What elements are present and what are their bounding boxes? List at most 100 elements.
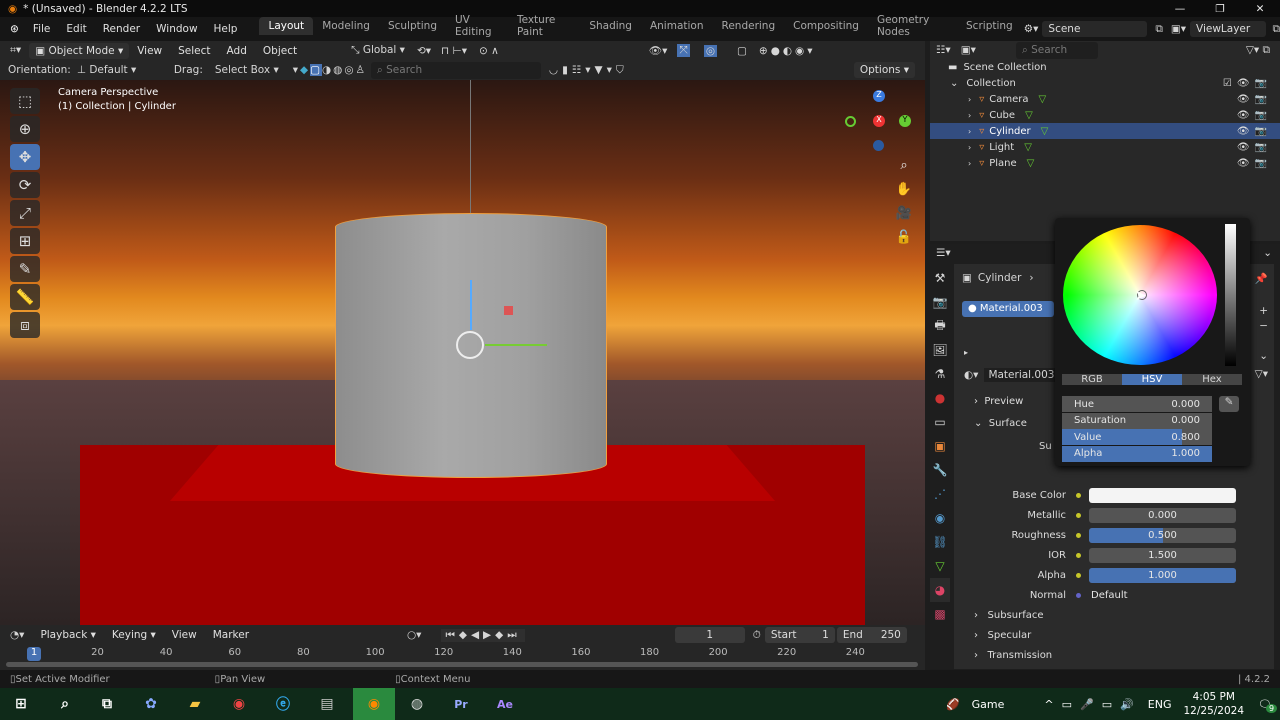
search-button[interactable]: ⌕: [47, 688, 83, 720]
mode-selector[interactable]: ▣ Object Mode ▾: [29, 42, 130, 59]
tab-shading[interactable]: Shading: [580, 17, 641, 35]
tab-rendering[interactable]: Rendering: [713, 17, 785, 35]
expand-icon[interactable]: ›: [968, 127, 971, 136]
playhead[interactable]: 1: [27, 647, 41, 661]
file-explorer-app[interactable]: ▰: [177, 688, 213, 720]
material-name[interactable]: Material.003: [984, 368, 1059, 382]
view-layer-selector[interactable]: ViewLayer: [1190, 21, 1267, 37]
chrome-app[interactable]: ◉: [221, 688, 257, 720]
3d-viewport[interactable]: Camera Perspective (1) Collection | Cyli…: [0, 80, 925, 625]
scale-tool-icon[interactable]: ⤢: [10, 200, 40, 226]
expand-icon[interactable]: ›: [968, 111, 971, 120]
add-cube-tool-icon[interactable]: ⧈: [10, 312, 40, 338]
socket-icon[interactable]: [1076, 592, 1081, 598]
outliner-editor-icon[interactable]: ☷▾: [936, 44, 951, 56]
value-slider[interactable]: [1225, 224, 1236, 366]
tab-compositing[interactable]: Compositing: [784, 17, 868, 35]
viewport-menu-add[interactable]: Add: [219, 45, 255, 57]
auto-keying-icon[interactable]: ○▾: [407, 629, 421, 641]
tab-sculpting[interactable]: Sculpting: [379, 17, 446, 35]
tab-layout[interactable]: Layout: [259, 17, 314, 35]
move-tool-icon[interactable]: ✥: [10, 144, 40, 170]
mode-tab-hex[interactable]: Hex: [1182, 374, 1242, 385]
orientation-dropdown[interactable]: ⊥ Default ▾: [77, 64, 162, 76]
overlay-toggle-icon[interactable]: ◎: [703, 44, 717, 57]
visibility-controls[interactable]: 👁📷: [1237, 110, 1272, 121]
material-tab-icon[interactable]: ◕: [930, 578, 950, 602]
constraints-tab-icon[interactable]: ⛓: [930, 530, 950, 554]
tab-texture-paint[interactable]: Texture Paint: [508, 11, 580, 41]
end-frame-field[interactable]: End 250: [836, 627, 907, 643]
tab-animation[interactable]: Animation: [641, 17, 713, 35]
texture-tab-icon[interactable]: ▩: [930, 602, 950, 626]
object-tab-icon[interactable]: ▣: [930, 434, 950, 458]
preview-panel[interactable]: › Preview: [974, 396, 1023, 407]
subpanel-subsurface[interactable]: › Subsurface: [974, 610, 1044, 621]
hsv-value-field[interactable]: Value 0.800: [1062, 429, 1212, 445]
timeline-menu-view[interactable]: View: [164, 629, 205, 641]
node-link-icon[interactable]: ▽▾: [1255, 368, 1268, 380]
properties-editor-icon[interactable]: ☰▾: [936, 247, 951, 259]
scene-icon[interactable]: ⚙▾: [1024, 23, 1039, 35]
new-view-layer-icon[interactable]: ⧉: [1272, 23, 1280, 36]
outliner-item-cylinder[interactable]: › ▿ Cylinder ▽ 👁📷: [930, 123, 1280, 139]
scene-collection-row[interactable]: ▬ Scene Collection: [930, 59, 1280, 75]
editor-type-icon[interactable]: ⌗▾: [10, 44, 21, 57]
timeline-editor-icon[interactable]: ◔▾: [10, 629, 24, 641]
timeline-scrollbar[interactable]: [6, 662, 918, 667]
filter-icons[interactable]: ◡▮☷▾▼▾⛉: [549, 64, 628, 77]
scene-tab-icon[interactable]: ⚗: [930, 362, 950, 386]
property-field[interactable]: 1.500: [1089, 547, 1236, 563]
current-frame-field[interactable]: 1: [674, 627, 745, 643]
properties-dropdown[interactable]: ⌄: [1263, 247, 1272, 259]
breadcrumb-object[interactable]: Cylinder: [978, 272, 1021, 284]
gizmo-z[interactable]: Z: [873, 90, 885, 102]
timeline-menu-playback[interactable]: Playback ▾: [32, 629, 103, 641]
close-button[interactable]: ✕: [1240, 3, 1280, 15]
menu-help[interactable]: Help: [206, 23, 246, 35]
subpanel-specular[interactable]: › Specular: [974, 630, 1031, 641]
pin-icon[interactable]: 📌: [1255, 272, 1268, 285]
tab-geometry-nodes[interactable]: Geometry Nodes: [868, 11, 957, 41]
menu-edit[interactable]: Edit: [58, 23, 94, 35]
premiere-app[interactable]: Pr: [443, 688, 479, 720]
pan-hand-icon[interactable]: ✋: [893, 178, 915, 202]
collection-row[interactable]: ⌄ Collection ☑👁📷: [930, 75, 1280, 91]
menu-file[interactable]: File: [25, 23, 59, 35]
blender-app[interactable]: ◉: [353, 688, 395, 720]
transform-tool-icon[interactable]: ⊞: [10, 228, 40, 254]
visibility-controls[interactable]: 👁📷: [1237, 94, 1272, 105]
zoom-icon[interactable]: ⌕: [893, 154, 915, 178]
timeline-menu-keying[interactable]: Keying ▾: [104, 629, 164, 641]
tab-scripting[interactable]: Scripting: [957, 17, 1022, 35]
obs-app[interactable]: ◍: [399, 688, 435, 720]
world-tab-icon[interactable]: ●: [930, 386, 950, 410]
lock-icon[interactable]: 🔓: [893, 226, 915, 250]
transform-orientation-dropdown[interactable]: ⤡ Global ▾: [351, 44, 405, 57]
particles-tab-icon[interactable]: ⋰: [930, 482, 950, 506]
viewport-menu-select[interactable]: Select: [170, 45, 218, 57]
plane-move-handle[interactable]: [504, 306, 513, 315]
view-layer-icon[interactable]: ▣▾: [1171, 23, 1186, 35]
modifier-tab-icon[interactable]: 🔧: [930, 458, 950, 482]
eyedropper-icon[interactable]: ✎: [1219, 396, 1239, 412]
mode-tab-hsv[interactable]: HSV: [1122, 374, 1182, 385]
expand-icon[interactable]: ›: [968, 143, 971, 152]
tool-tab-icon[interactable]: ⚒: [930, 266, 950, 290]
select-mode-icons[interactable]: ▾◆▢◑◍◎♙: [293, 64, 367, 76]
output-tab-icon[interactable]: 🖶: [930, 314, 950, 338]
surface-panel[interactable]: ⌄ Surface: [974, 418, 1027, 429]
menu-window[interactable]: Window: [148, 23, 205, 35]
edge-app[interactable]: ⓔ: [265, 688, 301, 720]
shading-modes-icon[interactable]: ⊕●◐◉▾: [759, 45, 816, 57]
minimize-button[interactable]: —: [1160, 3, 1200, 15]
rotate-tool-icon[interactable]: ⟳: [10, 172, 40, 198]
property-field[interactable]: [1089, 487, 1236, 503]
pivot-icon[interactable]: ⟲▾: [417, 45, 431, 57]
new-scene-icon[interactable]: ⧉: [1155, 23, 1163, 36]
mode-tab-rgb[interactable]: RGB: [1062, 374, 1122, 385]
visibility-controls[interactable]: 👁📷: [1237, 126, 1272, 137]
hsv-saturation-field[interactable]: Saturation 0.000: [1062, 412, 1212, 429]
gizmo-x[interactable]: X: [873, 115, 885, 127]
visibility-controls[interactable]: 👁📷: [1237, 158, 1272, 169]
